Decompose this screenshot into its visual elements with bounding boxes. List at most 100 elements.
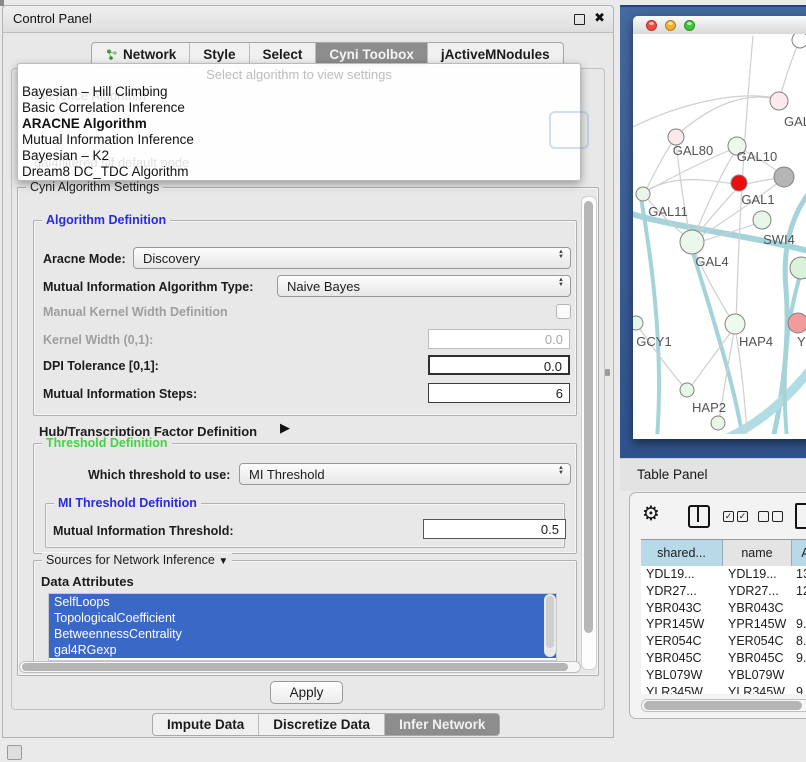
network-canvas-svg[interactable]: GALGAL80GAL10GAL1GAL11SWI4GAL4GCY1HAP4YH… <box>633 34 806 434</box>
table-cell: 9. <box>792 650 806 667</box>
column-header-partial[interactable]: A <box>792 540 806 566</box>
network-node[interactable] <box>790 257 806 279</box>
network-view-window: GALGAL80GAL10GAL1GAL11SWI4GAL4GCY1HAP4YH… <box>633 16 806 439</box>
table-row[interactable]: YBL079WYBL079W <box>641 667 806 684</box>
algorithm-option[interactable]: Dream8 DC_TDC Algorithm <box>22 164 576 180</box>
network-edge[interactable] <box>678 97 777 134</box>
close-window-icon[interactable] <box>646 20 657 31</box>
table-settings-gear-icon[interactable]: ⚙ <box>642 501 660 526</box>
mi-steps-label: Mutual Information Steps: <box>43 387 197 401</box>
table-cell: YDR27... <box>641 583 723 600</box>
tab-discretize-data[interactable]: Discretize Data <box>259 714 385 735</box>
aracne-mode-combo[interactable]: Discovery ▲▼ <box>133 247 571 269</box>
data-attributes-label: Data Attributes <box>41 574 134 589</box>
attribute-list-item[interactable]: TopologicalCoefficient <box>49 610 556 626</box>
control-panel-titlebar: Control Panel ✖ <box>3 6 613 33</box>
select-all-icon[interactable]: ✓✓ <box>723 511 748 522</box>
hub-expand-arrow-icon[interactable]: ▶ <box>280 420 290 436</box>
table-row[interactable]: YDR27...YDR27...12 <box>641 583 806 600</box>
which-threshold-combo[interactable]: MI Threshold ▲▼ <box>239 463 571 485</box>
column-layout-icon[interactable] <box>688 505 710 528</box>
tab-jactivemnodules-label: jActiveMNodules <box>441 47 550 62</box>
algorithm-option[interactable]: Bayesian – Hill Climbing <box>22 84 576 100</box>
network-edge[interactable] <box>633 96 776 130</box>
popup-prompt: Select algorithm to view settings <box>18 67 580 82</box>
network-edge[interactable] <box>779 42 799 100</box>
network-node-swi4[interactable] <box>753 211 771 229</box>
export-table-icon[interactable] <box>795 503 806 529</box>
settings-vertical-scrollbar-thumb[interactable] <box>584 201 593 633</box>
combo-stepper-icon: ▲▼ <box>558 250 564 260</box>
panel-splitter-handle[interactable] <box>605 369 610 376</box>
algorithm-option[interactable]: Bayesian – K2 <box>22 148 576 164</box>
network-node[interactable] <box>774 167 794 187</box>
table-cell: YPR145W <box>641 616 723 633</box>
mi-steps-field[interactable]: 6 <box>428 383 570 403</box>
network-node-label: HAP2 <box>692 400 726 415</box>
tab-network-label: Network <box>123 47 176 62</box>
table-horizontal-scrollbar[interactable] <box>641 699 806 712</box>
network-icon <box>105 48 118 61</box>
kernel-width-label: Kernel Width (0,1): <box>43 333 153 347</box>
attributes-list-scrollbar-thumb[interactable] <box>546 596 554 648</box>
network-node-gal11[interactable] <box>636 187 650 201</box>
zoom-window-icon[interactable] <box>684 20 695 31</box>
manual-kernel-label: Manual Kernel Width Definition <box>43 305 228 319</box>
table-row[interactable]: YBR043CYBR043C <box>641 600 806 617</box>
network-node-gal1[interactable] <box>731 175 747 191</box>
network-window-titlebar[interactable] <box>633 16 806 35</box>
network-edge[interactable] <box>646 180 737 191</box>
table-row[interactable]: YDL19...YDL19...13 <box>641 566 806 583</box>
dpi-tolerance-field[interactable]: 0.0 <box>428 355 570 375</box>
attribute-list-item[interactable]: gal4RGexp <box>49 642 556 658</box>
network-node-gal4[interactable] <box>680 230 704 254</box>
minimize-window-icon[interactable] <box>665 20 676 31</box>
algorithm-option[interactable]: Mutual Information Inference <box>22 132 576 148</box>
column-header-shared-name[interactable]: shared... <box>641 540 723 566</box>
network-node-hap2[interactable] <box>680 383 694 397</box>
mi-type-combo[interactable]: Naive Bayes ▲▼ <box>277 275 571 297</box>
minimized-panel-icon[interactable] <box>7 745 22 760</box>
table-horizontal-scrollbar-thumb[interactable] <box>644 701 802 710</box>
tab-infer-network[interactable]: Infer Network <box>385 714 499 735</box>
network-node-y[interactable] <box>788 313 806 333</box>
deselect-all-icon[interactable] <box>758 511 783 522</box>
table-row[interactable]: YPR145WYPR145W9. <box>641 616 806 633</box>
attribute-list-item[interactable]: SelfLoops <box>49 594 556 610</box>
sources-collapse-arrow-icon[interactable]: ▼ <box>218 556 228 567</box>
close-panel-icon[interactable]: ✖ <box>594 10 605 26</box>
table-cell: 12 <box>792 583 806 600</box>
table-cell: YLR345W <box>641 684 723 694</box>
table-cell: 9. <box>792 616 806 633</box>
attributes-list-scrollbar[interactable] <box>544 594 556 657</box>
algorithm-option[interactable]: ARACNE Algorithm <box>22 116 576 132</box>
settings-horizontal-scrollbar[interactable] <box>19 661 581 673</box>
table-row[interactable]: YBR045CYBR045C9. <box>641 650 806 667</box>
attribute-list-item[interactable]: BetweennessCentrality <box>49 626 556 642</box>
network-node[interactable] <box>711 416 725 430</box>
network-node[interactable] <box>792 34 806 48</box>
mi-threshold-field[interactable]: 0.5 <box>423 519 566 539</box>
network-node-hap4[interactable] <box>725 314 745 334</box>
network-node-gcy1[interactable] <box>633 316 643 330</box>
table-row[interactable]: YLR345WYLR345W9. <box>641 684 806 694</box>
table-row[interactable]: YER054CYER054C8. <box>641 633 806 650</box>
table-cell: YBR045C <box>641 650 723 667</box>
data-attributes-list[interactable]: SelfLoopsTopologicalCoefficientBetweenne… <box>48 593 557 661</box>
table-cell: YDL19... <box>641 566 723 583</box>
kernel-width-field[interactable]: 0.0 <box>428 329 570 349</box>
table-cell: YER054C <box>641 633 723 650</box>
settings-horizontal-scrollbar-thumb[interactable] <box>22 663 568 671</box>
settings-vertical-scrollbar[interactable] <box>581 196 597 670</box>
network-node-gal[interactable] <box>770 92 788 110</box>
control-panel-window: Control Panel ✖ Network Style Select <box>2 5 614 738</box>
network-edge[interactable] <box>641 198 659 434</box>
apply-button[interactable]: Apply <box>270 681 343 704</box>
algorithm-definition-title: Algorithm Definition <box>42 213 170 227</box>
tab-impute-data[interactable]: Impute Data <box>153 714 259 735</box>
mi-type-value: Naive Bayes <box>287 279 360 294</box>
manual-kernel-checkbox[interactable] <box>556 304 571 319</box>
float-window-icon[interactable] <box>574 14 585 25</box>
column-header-name[interactable]: name <box>723 540 792 566</box>
algorithm-option[interactable]: Basic Correlation Inference <box>22 100 576 116</box>
